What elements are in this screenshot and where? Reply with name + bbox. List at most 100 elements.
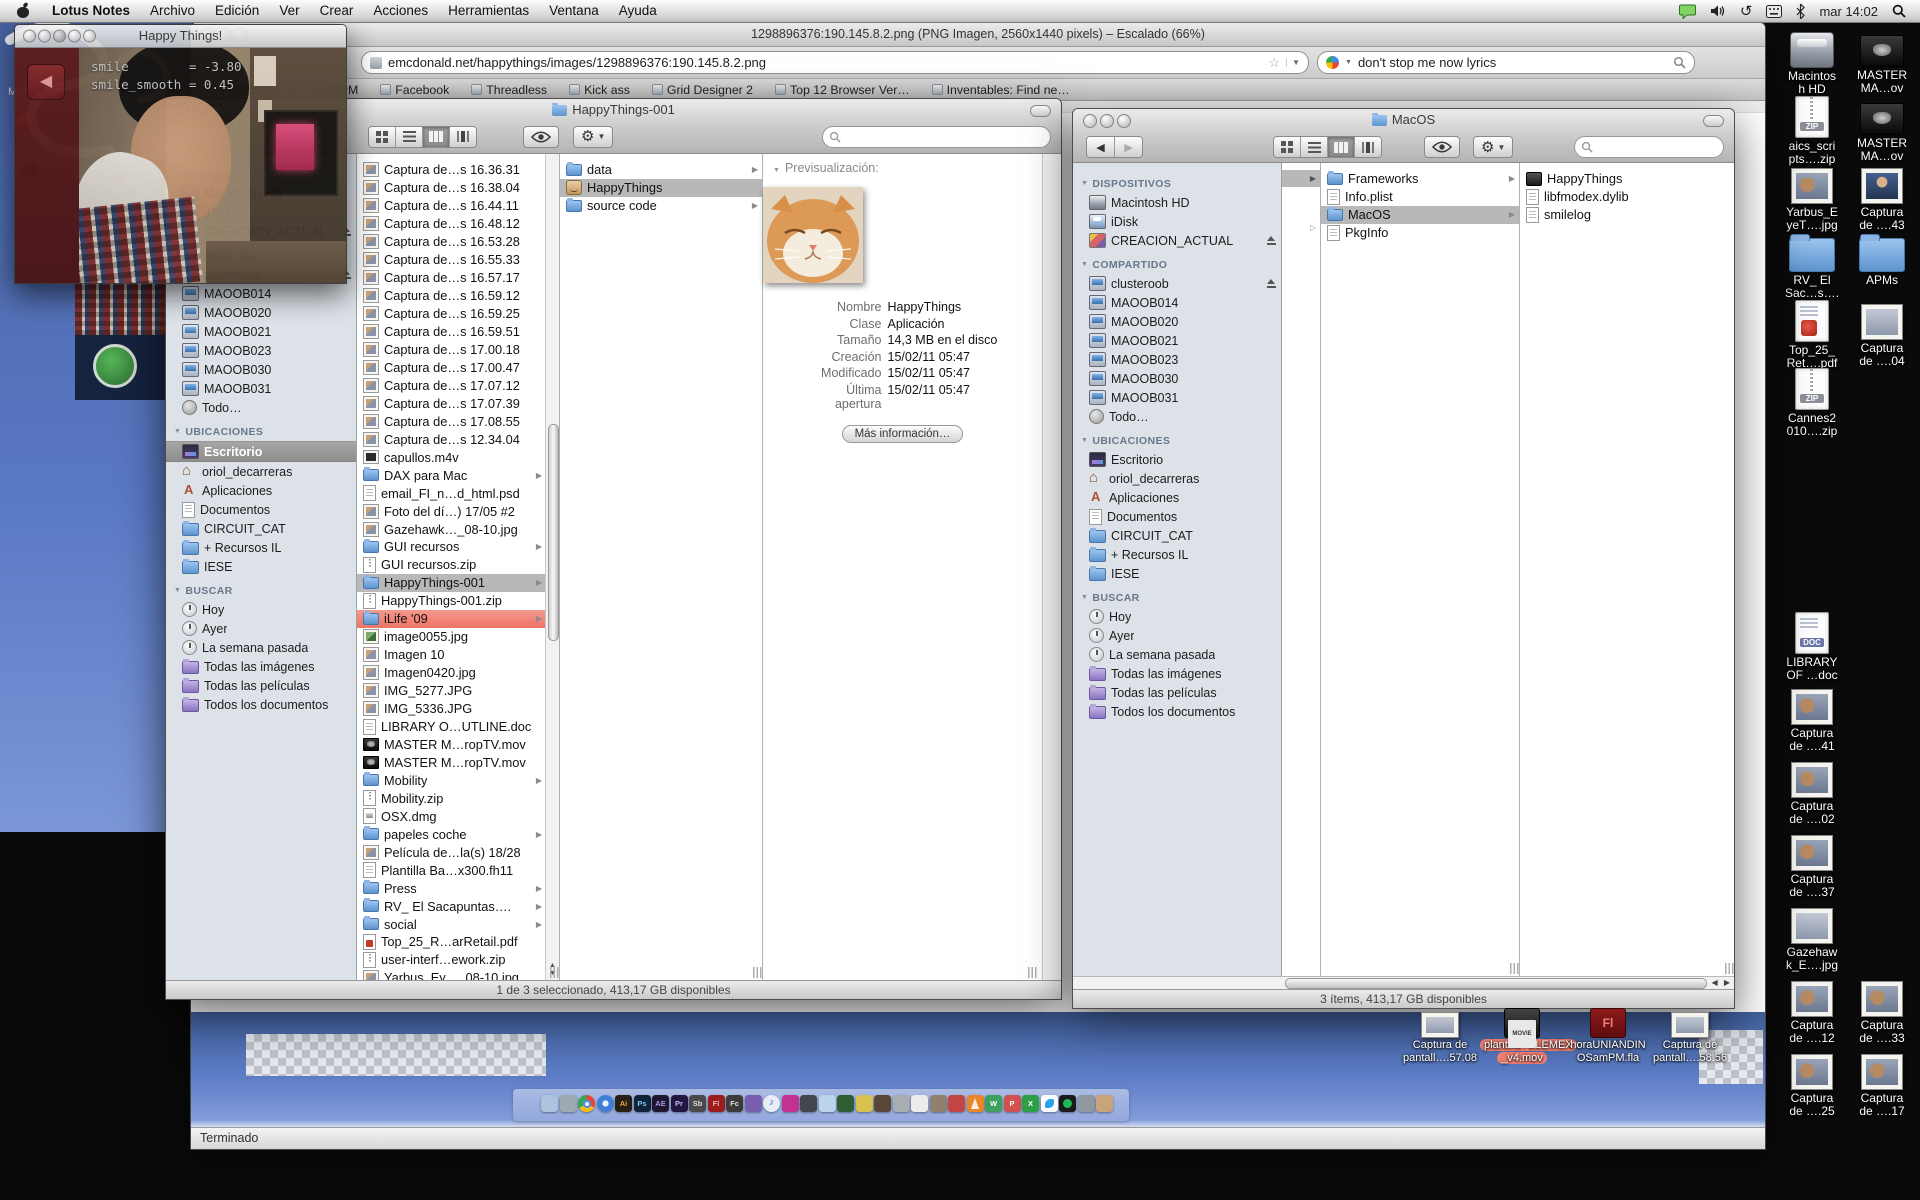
- extra-button[interactable]: [83, 29, 96, 43]
- file-row[interactable]: DAX para Mac ▶: [357, 466, 546, 484]
- zoom-button[interactable]: [53, 29, 66, 43]
- file-row[interactable]: Yarbus_Ey…_08-10.jpg ▶: [357, 969, 546, 980]
- file-row[interactable]: Top_25_R…arRetail.pdf ▶: [357, 933, 546, 951]
- extra-button[interactable]: [68, 29, 81, 43]
- file-row[interactable]: Imagen0420.jpg ▶: [357, 664, 546, 682]
- sidebar-item[interactable]: MAOOB014: [1073, 293, 1281, 312]
- spotlight-icon[interactable]: [1892, 4, 1906, 18]
- file-row[interactable]: Plantilla Ba…x300.fh11 ▶: [357, 861, 546, 879]
- file-row[interactable]: Mobility.zip ▶: [357, 789, 546, 807]
- file-row[interactable]: Foto del dí…) 17/05 #2 ▶: [357, 502, 546, 520]
- menu-item[interactable]: Crear: [310, 0, 364, 22]
- column-resize-handle[interactable]: [753, 967, 762, 978]
- url-text[interactable]: emcdonald.net/happythings/images/1298896…: [388, 55, 1262, 70]
- search-engine-dropdown-icon[interactable]: ▼: [1345, 59, 1352, 66]
- coverflow-view-button[interactable]: [1355, 137, 1381, 157]
- sidebar-item[interactable]: COMPARTIDO: [1073, 255, 1281, 274]
- sidebar-item[interactable]: Todos los documentos: [166, 695, 356, 714]
- column-resize-handle[interactable]: [550, 967, 559, 978]
- url-field[interactable]: emcdonald.net/happythings/images/1298896…: [361, 51, 1309, 74]
- time-machine-menu-icon[interactable]: ↺: [1740, 4, 1753, 19]
- sidebar-item[interactable]: IESE: [1073, 564, 1281, 583]
- desktop-icon[interactable]: Captura de ….04: [1842, 300, 1920, 368]
- desktop-icon[interactable]: Captura de ….41: [1768, 685, 1856, 753]
- sidebar-item[interactable]: oriol_decarreras: [166, 462, 356, 481]
- file-row[interactable]: social ▶: [357, 915, 546, 933]
- sidebar-item[interactable]: Todas las películas: [1073, 683, 1281, 702]
- file-row[interactable]: PkgInfo ▶: [1321, 224, 1519, 242]
- sidebar-item[interactable]: CREACION_ACTUAL: [1073, 231, 1281, 250]
- selected-parent-row[interactable]: ▶: [1282, 170, 1320, 187]
- preview-header[interactable]: Previsualización:: [763, 161, 1042, 175]
- bookmark-item[interactable]: Kick ass: [569, 83, 630, 97]
- sidebar-item[interactable]: MAOOB023: [1073, 350, 1281, 369]
- file-row[interactable]: Captura de…s 16.57.17 ▶: [357, 269, 546, 287]
- menu-item[interactable]: Ventana: [539, 0, 609, 22]
- desktop-icon[interactable]: Captura de ….02: [1768, 758, 1856, 826]
- horizontal-scrollbar[interactable]: ◀ ▶: [1073, 976, 1734, 989]
- column-resize-handle[interactable]: [1510, 963, 1519, 974]
- desktop-icon[interactable]: Captura de ….37: [1768, 831, 1856, 899]
- back-arrow-button[interactable]: ◀: [27, 64, 65, 100]
- file-row[interactable]: Frameworks ▶: [1321, 170, 1519, 188]
- bluetooth-menu-icon[interactable]: [1796, 3, 1806, 19]
- sidebar-item[interactable]: MAOOB021: [166, 322, 356, 341]
- file-row[interactable]: user-interf…ework.zip ▶: [357, 951, 546, 969]
- file-row[interactable]: MacOS ▶: [1321, 205, 1519, 224]
- close-button[interactable]: [23, 29, 36, 43]
- sidebar-item[interactable]: Documentos: [166, 500, 356, 519]
- bookmark-item[interactable]: Grid Designer 2: [652, 83, 753, 97]
- coverflow-view-button[interactable]: [450, 126, 476, 147]
- sidebar-item[interactable]: Todas las imágenes: [166, 657, 356, 676]
- file-row[interactable]: Captura de…s 16.44.11 ▶: [357, 197, 546, 215]
- file-row[interactable]: Info.plist ▶: [1321, 188, 1519, 206]
- sidebar-item[interactable]: iDisk: [1073, 212, 1281, 231]
- sidebar-item[interactable]: MAOOB020: [1073, 312, 1281, 331]
- sidebar-item[interactable]: Todo…: [1073, 407, 1281, 426]
- file-row[interactable]: data ▶: [560, 161, 762, 179]
- menu-item[interactable]: Lotus Notes: [42, 0, 140, 22]
- window-header[interactable]: MacOS ◀ ▶ ⚙ ▼: [1073, 109, 1734, 163]
- scrollbar-arrows[interactable]: ◀ ▶: [1711, 978, 1732, 987]
- sidebar-item[interactable]: La semana pasada: [166, 638, 356, 657]
- file-row[interactable]: Captura de…s 16.36.31 ▶: [357, 161, 546, 179]
- menu-item[interactable]: Acciones: [363, 0, 438, 22]
- action-menu-button[interactable]: ⚙ ▼: [1473, 136, 1514, 158]
- more-info-button[interactable]: Más información…: [841, 424, 964, 443]
- desktop-icon[interactable]: MASTER MA…ov: [1842, 96, 1920, 163]
- file-row[interactable]: image0055.jpg ▶: [357, 628, 546, 646]
- desktop-icon[interactable]: Cannes2 010….zip: [1768, 368, 1856, 438]
- toolbar-toggle-button[interactable]: [1703, 115, 1724, 127]
- bookmark-item[interactable]: Inventables: Find ne…: [932, 83, 1070, 97]
- finder-search-field[interactable]: [822, 125, 1051, 148]
- sidebar-item[interactable]: UBICACIONES: [166, 422, 356, 441]
- sidebar-item[interactable]: Escritorio: [166, 441, 356, 462]
- desktop-icon[interactable]: Captura de pantall….58.56: [1652, 1008, 1728, 1064]
- sidebar-item[interactable]: clusteroob: [1073, 274, 1281, 293]
- icon-view-button[interactable]: [1274, 137, 1301, 157]
- file-row[interactable]: Captura de…s 16.59.12 ▶: [357, 287, 546, 305]
- column-resize-handle[interactable]: [1028, 967, 1038, 978]
- column-view-button[interactable]: [423, 126, 450, 147]
- file-row[interactable]: GUI recursos.zip ▶: [357, 556, 546, 574]
- sidebar-item[interactable]: MAOOB030: [166, 360, 356, 379]
- file-row[interactable]: GUI recursos ▶: [357, 538, 546, 556]
- sidebar-item[interactable]: UBICACIONES: [1073, 431, 1281, 450]
- sidebar-item[interactable]: CIRCUIT_CAT: [1073, 526, 1281, 545]
- file-row[interactable]: Captura de…s 17.00.47 ▶: [357, 358, 546, 376]
- file-row[interactable]: HappyThings ▶: [1520, 170, 1734, 188]
- finder-search-field[interactable]: [1574, 136, 1724, 158]
- list-view-button[interactable]: [396, 126, 423, 147]
- file-row[interactable]: Captura de…s 16.59.25 ▶: [357, 305, 546, 323]
- sidebar-item[interactable]: Ayer: [1073, 626, 1281, 645]
- file-row[interactable]: capullos.m4v ▶: [357, 448, 546, 466]
- window-title-bar[interactable]: Happy Things!: [15, 25, 346, 48]
- list-view-button[interactable]: [1301, 137, 1328, 157]
- file-row[interactable]: IMG_5277.JPG ▶: [357, 682, 546, 700]
- file-row[interactable]: HappyThings ▶: [560, 178, 762, 197]
- desktop-icon[interactable]: plantillaTELEMEX _v4.mov: [1480, 1008, 1577, 1064]
- scrollbar-thumb[interactable]: [1285, 978, 1707, 989]
- sidebar-item[interactable]: DISPOSITIVOS: [1073, 174, 1281, 193]
- toolbar-toggle-button[interactable]: [1030, 105, 1051, 117]
- sidebar-item[interactable]: Aplicaciones: [1073, 488, 1281, 507]
